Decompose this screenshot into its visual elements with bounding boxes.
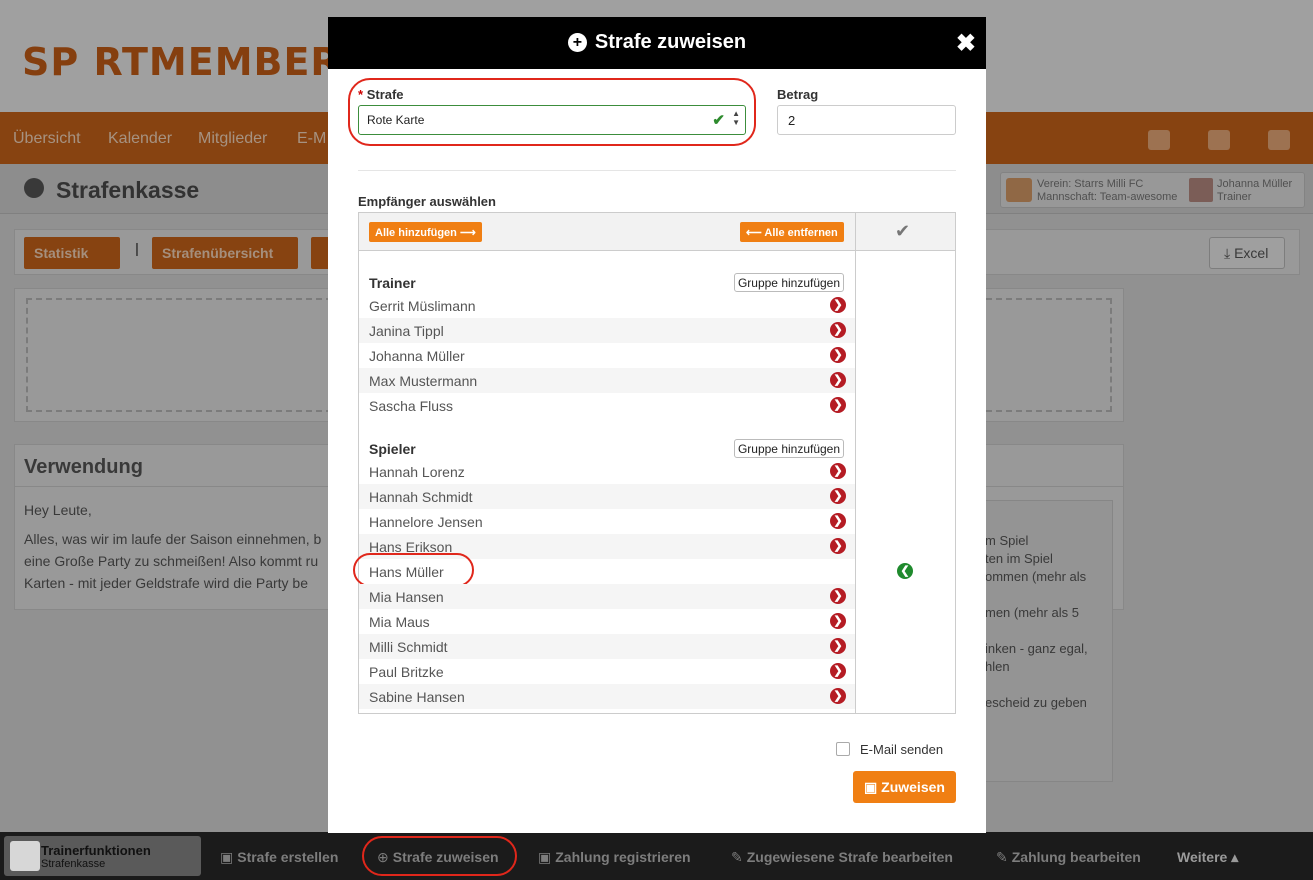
add-recipient-icon[interactable]: ❯ bbox=[830, 588, 846, 604]
recipient-name: Milli Schmidt bbox=[369, 639, 448, 655]
add-recipient-icon[interactable]: ❯ bbox=[830, 297, 846, 313]
add-group-button[interactable]: Gruppe hinzufügen bbox=[734, 439, 844, 458]
trainerfunktionen-subtitle: Strafenkasse bbox=[41, 858, 106, 870]
close-button[interactable]: ✖ bbox=[956, 29, 976, 58]
pencil-icon: ✎ bbox=[996, 849, 1008, 865]
recipient-name: Mia Hansen bbox=[369, 589, 444, 605]
weitere-dropdown[interactable]: Weitere ▴ bbox=[1177, 849, 1238, 866]
list-item[interactable]: Sabine Hansen ❯ bbox=[359, 684, 855, 709]
recipient-name: Janina Tippl bbox=[369, 323, 444, 339]
money-icon: ▣ bbox=[538, 849, 552, 865]
save-icon: ▣ bbox=[864, 779, 882, 795]
plus-circle-icon: + bbox=[567, 33, 587, 52]
remove-recipient-icon[interactable]: ❮ bbox=[897, 563, 913, 579]
checkmark-icon: ✔ bbox=[895, 221, 911, 241]
trainerfunktionen-box[interactable]: Trainerfunktionen Strafenkasse bbox=[4, 836, 201, 876]
remove-all-button[interactable]: ⟵ Alle entfernen bbox=[740, 222, 844, 242]
add-recipient-icon[interactable]: ❯ bbox=[830, 613, 846, 629]
modal-header: + Strafe zuweisen ✖ bbox=[328, 17, 986, 69]
zugewiesene-strafe-bearbeiten-button[interactable]: ✎ Zugewiesene Strafe bearbeiten bbox=[731, 849, 953, 866]
list-item[interactable]: Milli Schmidt ❯ bbox=[359, 634, 855, 659]
add-recipient-icon[interactable]: ❯ bbox=[830, 488, 846, 504]
recipient-name: Hannah Lorenz bbox=[369, 464, 465, 480]
recipient-name: Sascha Fluss bbox=[369, 398, 454, 414]
divider bbox=[358, 170, 956, 171]
betrag-label: Betrag bbox=[777, 87, 819, 102]
list-item[interactable]: Hannelore Jensen ❯ bbox=[359, 509, 855, 534]
list-item[interactable]: Johanna Müller ❯ bbox=[359, 343, 855, 368]
list-item[interactable]: Gerrit Müslimann ❯ bbox=[359, 293, 855, 318]
add-all-button[interactable]: Alle hinzufügen ⟶ bbox=[369, 222, 482, 242]
modal-title: + Strafe zuweisen bbox=[328, 31, 986, 54]
zuweisen-button[interactable]: ▣ Zuweisen bbox=[853, 771, 956, 803]
list-item[interactable]: Max Mustermann ❯ bbox=[359, 368, 855, 393]
highlight-selected-recipient bbox=[353, 553, 474, 587]
group-title-spieler: Spieler bbox=[369, 441, 416, 457]
recipient-name: Hannah Schmidt bbox=[369, 489, 473, 505]
add-recipient-icon[interactable]: ❯ bbox=[830, 663, 846, 679]
add-recipient-icon[interactable]: ❯ bbox=[830, 397, 846, 413]
list-item[interactable]: Hannah Lorenz ❯ bbox=[359, 459, 855, 484]
recipient-name: Max Mustermann bbox=[369, 373, 478, 389]
strafe-erstellen-button[interactable]: ▣ Strafe erstellen bbox=[220, 849, 338, 866]
add-recipient-icon[interactable]: ❯ bbox=[830, 638, 846, 654]
list-item[interactable]: Mia Hansen ❯ bbox=[359, 584, 855, 609]
add-group-button[interactable]: Gruppe hinzufügen bbox=[734, 273, 844, 292]
list-item[interactable]: Sascha Fluss ❯ bbox=[359, 393, 855, 418]
pencil-icon: ✎ bbox=[731, 849, 743, 865]
strafe-zuweisen-modal: + Strafe zuweisen ✖ * Strafe Rote Karte ✔… bbox=[328, 17, 986, 833]
recipient-name: Hannelore Jensen bbox=[369, 514, 483, 530]
column-divider bbox=[855, 213, 856, 713]
highlight-strafe-zuweisen bbox=[362, 836, 517, 876]
zahlung-registrieren-button[interactable]: ▣ Zahlung registrieren bbox=[538, 849, 691, 866]
add-recipient-icon[interactable]: ❯ bbox=[830, 513, 846, 529]
recipient-list-toolbar: Alle hinzufügen ⟶ ⟵ Alle entfernen ✔ bbox=[359, 213, 955, 251]
recipient-list: Alle hinzufügen ⟶ ⟵ Alle entfernen ✔ Tra… bbox=[353, 212, 956, 714]
money-icon: ▣ bbox=[220, 849, 234, 865]
add-recipient-icon[interactable]: ❯ bbox=[830, 463, 846, 479]
empfaenger-label: Empfänger auswählen bbox=[358, 194, 496, 209]
email-label: E-Mail senden bbox=[860, 742, 944, 757]
recipient-name: Johanna Müller bbox=[369, 348, 465, 364]
list-item[interactable]: Janina Tippl ❯ bbox=[359, 318, 855, 343]
add-recipient-icon[interactable]: ❯ bbox=[830, 688, 846, 704]
trainer-icon bbox=[10, 841, 40, 871]
add-recipient-icon[interactable]: ❯ bbox=[830, 538, 846, 554]
email-checkbox[interactable] bbox=[836, 742, 850, 756]
add-recipient-icon[interactable]: ❯ bbox=[830, 372, 846, 388]
add-recipient-icon[interactable]: ❯ bbox=[830, 347, 846, 363]
zahlung-bearbeiten-button[interactable]: ✎ Zahlung bearbeiten bbox=[996, 849, 1141, 866]
add-recipient-icon[interactable]: ❯ bbox=[830, 322, 846, 338]
betrag-input[interactable] bbox=[777, 105, 956, 135]
list-item[interactable]: Paul Britzke ❯ bbox=[359, 659, 855, 684]
recipient-name: Mia Maus bbox=[369, 614, 430, 630]
list-item[interactable]: Hannah Schmidt ❯ bbox=[359, 484, 855, 509]
recipient-name: Paul Britzke bbox=[369, 664, 444, 680]
list-item[interactable]: Mia Maus ❯ bbox=[359, 609, 855, 634]
highlight-strafe-select bbox=[348, 78, 756, 146]
group-title-trainer: Trainer bbox=[369, 275, 416, 291]
recipient-name: Gerrit Müslimann bbox=[369, 298, 476, 314]
list-item[interactable]: Hans Müller bbox=[353, 553, 855, 587]
trainerfunktionen-title: Trainerfunktionen bbox=[41, 843, 151, 858]
recipient-name: Sabine Hansen bbox=[369, 689, 465, 705]
